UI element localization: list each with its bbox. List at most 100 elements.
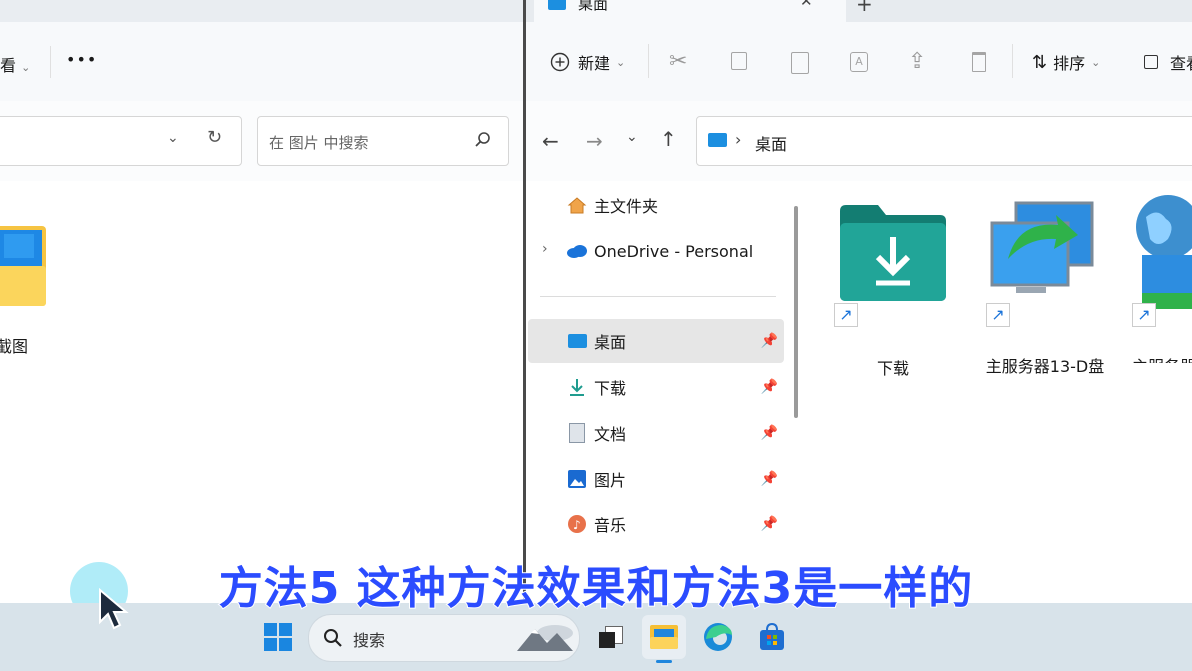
new-label: 新建 bbox=[578, 54, 611, 73]
store-icon bbox=[760, 622, 784, 650]
nav-onedrive[interactable]: › OneDrive - Personal bbox=[528, 229, 784, 273]
cut-icon[interactable]: ✂ bbox=[669, 49, 687, 74]
store-button[interactable] bbox=[750, 615, 794, 659]
breadcrumb-current[interactable]: 桌面 bbox=[755, 131, 787, 155]
pin-icon[interactable]: 📌 bbox=[761, 425, 778, 441]
nav-item-music[interactable]: ♪ 音乐 📌 bbox=[528, 502, 784, 546]
file-explorer-button[interactable] bbox=[642, 615, 686, 663]
chevron-down-icon: ⌄ bbox=[616, 55, 626, 69]
file-item-downloads[interactable]: ↗ 下载 bbox=[834, 205, 952, 378]
left-view-button[interactable]: 看 ⌄ bbox=[0, 52, 30, 76]
music-icon: ♪ bbox=[566, 513, 588, 535]
network-drive-icon bbox=[990, 201, 1094, 293]
nav-home[interactable]: 主文件夹 bbox=[528, 183, 784, 227]
download-folder-icon bbox=[840, 205, 946, 301]
nav-item-label: 下载 bbox=[594, 379, 627, 398]
desktop-icon bbox=[708, 133, 727, 147]
plus-circle-icon bbox=[550, 52, 570, 72]
nav-onedrive-label: OneDrive - Personal bbox=[594, 241, 754, 261]
share-icon[interactable]: ⇪ bbox=[908, 49, 926, 74]
task-view-button[interactable] bbox=[588, 615, 632, 659]
nav-item-pictures[interactable]: 图片 📌 bbox=[528, 457, 784, 501]
taskbar-search-box[interactable]: 搜索 bbox=[308, 614, 580, 662]
paste-icon[interactable] bbox=[791, 52, 809, 74]
sort-button[interactable]: ⇅ 排序 ⌄ bbox=[1032, 50, 1100, 74]
chevron-right-icon[interactable]: › bbox=[542, 241, 548, 257]
tab-desktop[interactable]: 桌面 ✕ bbox=[534, 0, 846, 22]
toolbar-separator bbox=[648, 44, 649, 78]
file-explorer-icon bbox=[650, 625, 678, 649]
nav-item-documents[interactable]: 文档 📌 bbox=[528, 411, 784, 455]
chevron-down-icon: ⌄ bbox=[1091, 55, 1101, 69]
view-icon bbox=[1144, 55, 1158, 69]
edge-browser-button[interactable] bbox=[696, 615, 740, 659]
view-label: 查看 bbox=[1170, 54, 1192, 73]
tab-title: 桌面 bbox=[578, 0, 609, 13]
shortcut-arrow-icon: ↗ bbox=[1132, 303, 1156, 327]
taskbar-search-label: 搜索 bbox=[353, 631, 386, 650]
windows-logo-icon bbox=[264, 623, 292, 651]
pin-icon[interactable]: 📌 bbox=[761, 333, 778, 349]
left-address-row: ⌄ ↻ 在 图片 中搜索 bbox=[0, 101, 523, 181]
nav-item-label: 图片 bbox=[594, 471, 627, 490]
task-view-icon bbox=[597, 626, 623, 648]
svg-text:♪: ♪ bbox=[573, 518, 581, 532]
left-search-box[interactable]: 在 图片 中搜索 bbox=[257, 116, 509, 166]
shortcut-arrow-icon: ↗ bbox=[986, 303, 1010, 327]
file-label: 主服务器 bbox=[1132, 353, 1192, 363]
delete-icon[interactable] bbox=[972, 52, 986, 72]
up-arrow-icon[interactable]: ↑ bbox=[660, 127, 677, 151]
more-options-button[interactable]: ••• bbox=[66, 50, 97, 69]
globe-drive-icon bbox=[1136, 195, 1192, 309]
close-tab-icon[interactable]: ✕ bbox=[800, 0, 813, 10]
edge-icon bbox=[704, 623, 732, 651]
home-icon bbox=[566, 194, 588, 216]
left-address-box[interactable]: ⌄ ↻ bbox=[0, 116, 242, 166]
toolbar-separator bbox=[1012, 44, 1013, 78]
pin-icon[interactable]: 📌 bbox=[761, 471, 778, 487]
refresh-icon[interactable]: ↻ bbox=[207, 127, 222, 148]
sort-icon: ⇅ bbox=[1032, 51, 1048, 73]
screenshot-folder-item[interactable] bbox=[0, 222, 48, 308]
file-item-server-d[interactable]: ↗ 主服务器13-D盘 bbox=[980, 201, 1110, 376]
recent-locations-icon[interactable]: ⌄ bbox=[626, 129, 638, 145]
back-arrow-icon[interactable]: ← bbox=[542, 129, 559, 153]
document-icon bbox=[566, 422, 588, 444]
new-tab-button[interactable]: + bbox=[856, 0, 873, 16]
desktop-icon bbox=[566, 330, 588, 352]
forward-arrow-icon[interactable]: → bbox=[586, 129, 603, 153]
sort-label: 排序 bbox=[1053, 54, 1086, 73]
new-button[interactable]: 新建 ⌄ bbox=[550, 50, 625, 74]
breadcrumb-separator: › bbox=[735, 130, 742, 149]
chevron-down-icon[interactable]: ⌄ bbox=[167, 130, 179, 146]
right-address-row: ← → ⌄ ↑ › 桌面 bbox=[526, 101, 1192, 181]
active-indicator bbox=[656, 660, 672, 663]
nav-scrollbar[interactable] bbox=[794, 206, 798, 418]
cloud-icon bbox=[566, 240, 588, 262]
copy-icon[interactable] bbox=[731, 52, 747, 70]
nav-divider bbox=[540, 296, 776, 297]
start-button[interactable] bbox=[256, 615, 300, 659]
left-explorer-window: 看 ⌄ ••• ⌄ ↻ 在 图片 中搜索 截图 bbox=[0, 0, 523, 603]
pin-icon[interactable]: 📌 bbox=[761, 379, 778, 395]
nav-item-label: 音乐 bbox=[594, 516, 627, 535]
screenshot-folder-label: 截图 bbox=[0, 337, 29, 356]
nav-home-label: 主文件夹 bbox=[594, 197, 659, 216]
nav-item-desktop[interactable]: 桌面 📌 bbox=[528, 319, 784, 363]
content-area: ↗ 下载 ↗ 主服务器13-D盘 ↗ 主服务器 bbox=[806, 181, 1192, 603]
nav-item-label: 文档 bbox=[594, 425, 627, 444]
rename-icon[interactable]: A bbox=[850, 52, 868, 72]
pictures-icon bbox=[566, 468, 588, 490]
nav-item-downloads[interactable]: 下载 📌 bbox=[528, 365, 784, 409]
search-placeholder: 在 图片 中搜索 bbox=[269, 134, 369, 152]
view-button[interactable]: 查看 bbox=[1144, 50, 1192, 74]
left-title-strip bbox=[0, 0, 523, 22]
desktop-icon bbox=[548, 0, 566, 10]
shortcut-arrow-icon: ↗ bbox=[834, 303, 858, 327]
file-label: 下载 bbox=[876, 359, 909, 378]
pin-icon[interactable]: 📌 bbox=[761, 516, 778, 532]
address-box[interactable]: › 桌面 bbox=[696, 116, 1192, 166]
right-explorer-window: 桌面 ✕ + 新建 ⌄ ✂ A ⇪ ⇅ 排序 ⌄ 查看 ← → ⌄ ↑ bbox=[526, 0, 1192, 603]
file-item-server[interactable]: ↗ 主服务器 bbox=[1132, 193, 1192, 363]
left-toolbar: 看 ⌄ ••• bbox=[0, 22, 523, 102]
